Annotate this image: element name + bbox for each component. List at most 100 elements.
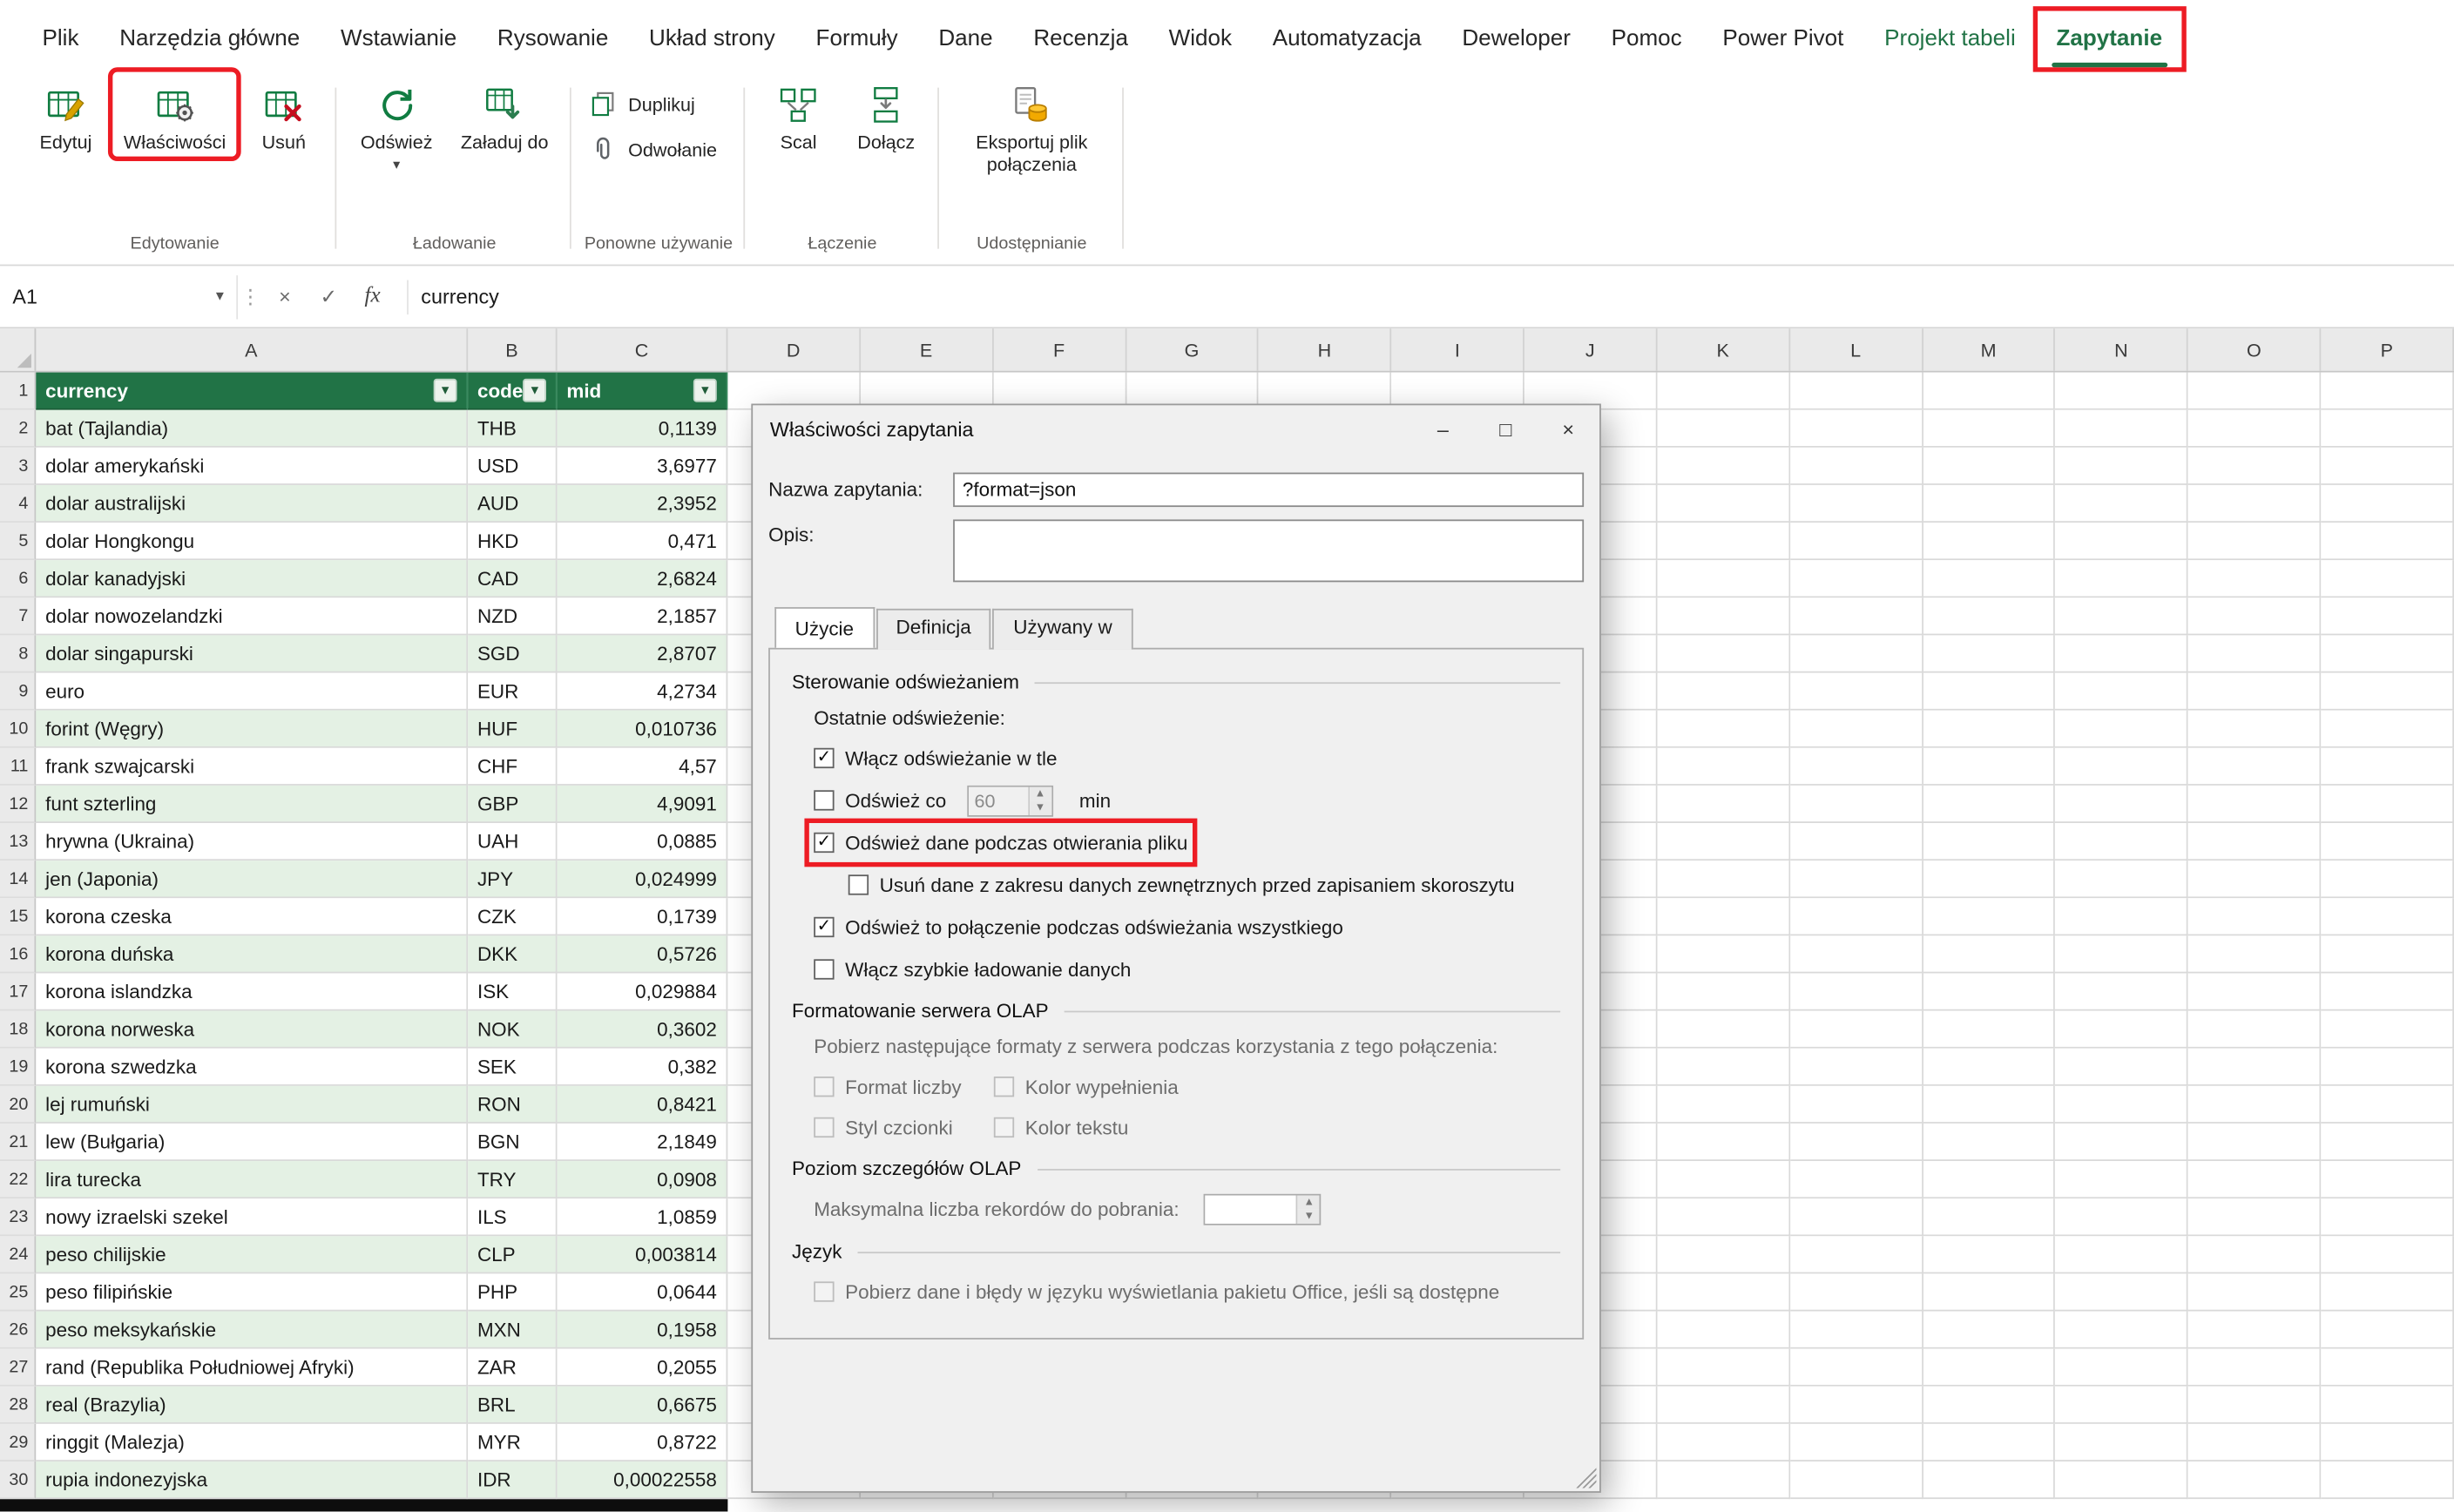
- cell[interactable]: [1790, 523, 1923, 560]
- column-header-o[interactable]: O: [2188, 328, 2321, 371]
- cell[interactable]: [2056, 560, 2188, 597]
- ribbon-tab-widok[interactable]: Widok: [1148, 10, 1252, 69]
- cell[interactable]: [1790, 1461, 1923, 1499]
- cell[interactable]: [2188, 410, 2321, 448]
- cell[interactable]: [2188, 1086, 2321, 1124]
- cell-code[interactable]: IDR: [468, 1461, 557, 1499]
- cell[interactable]: [2188, 1198, 2321, 1236]
- cell[interactable]: [1790, 1049, 1923, 1086]
- column-header-c[interactable]: C: [558, 328, 728, 371]
- cell[interactable]: [1790, 1312, 1923, 1349]
- cell[interactable]: [2056, 935, 2188, 973]
- cell[interactable]: [1790, 823, 1923, 861]
- cell-currency[interactable]: korona czeska: [36, 898, 468, 935]
- cell-mid[interactable]: 0,029884: [558, 973, 728, 1010]
- cell-currency[interactable]: funt szterling: [36, 786, 468, 823]
- query-name-input[interactable]: [953, 473, 1584, 508]
- cell-mid[interactable]: 4,2734: [558, 673, 728, 711]
- cell[interactable]: [1923, 861, 2055, 898]
- cell-currency[interactable]: lew (Bułgaria): [36, 1124, 468, 1161]
- cell[interactable]: [1790, 560, 1923, 597]
- cell[interactable]: [1923, 1161, 2055, 1198]
- cell[interactable]: [1790, 1124, 1923, 1161]
- column-header-a[interactable]: A: [36, 328, 468, 371]
- ribbon-tab-projekt-tabeli[interactable]: Projekt tabeli: [1864, 10, 2036, 69]
- cell[interactable]: [1923, 597, 2055, 635]
- cell[interactable]: [2188, 560, 2321, 597]
- cell[interactable]: [2188, 1273, 2321, 1311]
- cell[interactable]: [2322, 1161, 2454, 1198]
- cell-currency[interactable]: dolar australijski: [36, 485, 468, 523]
- ribbon-button-odwołanie[interactable]: Odwołanie: [591, 136, 717, 163]
- column-header-g[interactable]: G: [1126, 328, 1259, 371]
- cell[interactable]: [1923, 1461, 2055, 1499]
- row-header[interactable]: 13: [0, 823, 36, 861]
- cell[interactable]: [1657, 597, 1789, 635]
- cell[interactable]: [1923, 1349, 2055, 1387]
- cell-mid[interactable]: 0,0885: [558, 823, 728, 861]
- cell[interactable]: [2056, 711, 2188, 748]
- cell[interactable]: [2056, 861, 2188, 898]
- cell-currency[interactable]: frank szwajcarski: [36, 748, 468, 786]
- cell[interactable]: [2056, 1086, 2188, 1124]
- ribbon-tab-deweloper[interactable]: Deweloper: [1442, 10, 1591, 69]
- cell[interactable]: [1923, 673, 2055, 711]
- checkbox-odśwież-to-połączenie-podczas-odświeżania-wszystkiego[interactable]: ✓: [814, 917, 834, 937]
- cell-currency[interactable]: peso meksykańskie: [36, 1312, 468, 1349]
- cell[interactable]: [1657, 523, 1789, 560]
- cell-code[interactable]: NOK: [468, 1011, 557, 1049]
- cell[interactable]: [2322, 410, 2454, 448]
- cell[interactable]: [1657, 1273, 1789, 1311]
- column-header-l[interactable]: L: [1790, 328, 1923, 371]
- row-header[interactable]: 3: [0, 448, 36, 485]
- cell-code[interactable]: MYR: [468, 1424, 557, 1461]
- cell-mid[interactable]: 0,8722: [558, 1424, 728, 1461]
- row-header[interactable]: 25: [0, 1273, 36, 1311]
- cell[interactable]: [2056, 1461, 2188, 1499]
- cell-currency[interactable]: forint (Węgry): [36, 711, 468, 748]
- cell[interactable]: [2056, 1049, 2188, 1086]
- cell[interactable]: [2322, 523, 2454, 560]
- cell-currency[interactable]: dolar kanadyjski: [36, 560, 468, 597]
- cell[interactable]: [2322, 748, 2454, 786]
- cell[interactable]: [2322, 1273, 2454, 1311]
- row-header[interactable]: 16: [0, 935, 36, 973]
- cell-code[interactable]: CLP: [468, 1236, 557, 1273]
- ribbon-tab-narzędzia-główne[interactable]: Narzędzia główne: [99, 10, 321, 69]
- cell[interactable]: [1790, 711, 1923, 748]
- column-header-d[interactable]: D: [727, 328, 860, 371]
- cell[interactable]: [1790, 861, 1923, 898]
- column-header-p[interactable]: P: [2322, 328, 2454, 371]
- cell[interactable]: [1657, 1049, 1789, 1086]
- option-odśwież-co[interactable]: Odśwież co60▲▼min: [814, 786, 1111, 815]
- cell[interactable]: [2322, 448, 2454, 485]
- cell[interactable]: [1790, 673, 1923, 711]
- cell-code[interactable]: HKD: [468, 523, 557, 560]
- cell[interactable]: [2322, 973, 2454, 1010]
- cell[interactable]: [2322, 1236, 2454, 1273]
- cell-code[interactable]: EUR: [468, 673, 557, 711]
- cell-code[interactable]: BGN: [468, 1124, 557, 1161]
- dialog-tab-definicja[interactable]: Definicja: [875, 609, 991, 650]
- minimize-icon[interactable]: –: [1411, 405, 1474, 452]
- close-icon[interactable]: ×: [1537, 405, 1599, 452]
- cell[interactable]: [1790, 1086, 1923, 1124]
- cell[interactable]: [1790, 1011, 1923, 1049]
- cell[interactable]: [1790, 1198, 1923, 1236]
- cell-mid[interactable]: 0,1139: [558, 410, 728, 448]
- cell-code[interactable]: UAH: [468, 823, 557, 861]
- cell-currency[interactable]: dolar amerykański: [36, 448, 468, 485]
- table-header-mid[interactable]: mid▼: [558, 373, 728, 410]
- cell[interactable]: [1790, 973, 1923, 1010]
- ribbon-tab-dane[interactable]: Dane: [918, 10, 1013, 69]
- cell-currency[interactable]: ringgit (Malezja): [36, 1424, 468, 1461]
- ribbon-button-eksportuj-plik-połączenia[interactable]: Eksportuj plik połączenia: [952, 72, 1112, 179]
- cell[interactable]: [2188, 448, 2321, 485]
- cell[interactable]: [2056, 898, 2188, 935]
- ribbon-tab-formuły[interactable]: Formuły: [795, 10, 918, 69]
- cell[interactable]: [2056, 523, 2188, 560]
- checkbox-usuń-dane-z-zakresu-danych-zewnętrznych-przed-zapisaniem-skoroszytu[interactable]: [848, 874, 869, 894]
- cell-currency[interactable]: dolar singapurski: [36, 635, 468, 672]
- cell-code[interactable]: RON: [468, 1086, 557, 1124]
- ribbon-tab-plik[interactable]: Plik: [22, 10, 99, 69]
